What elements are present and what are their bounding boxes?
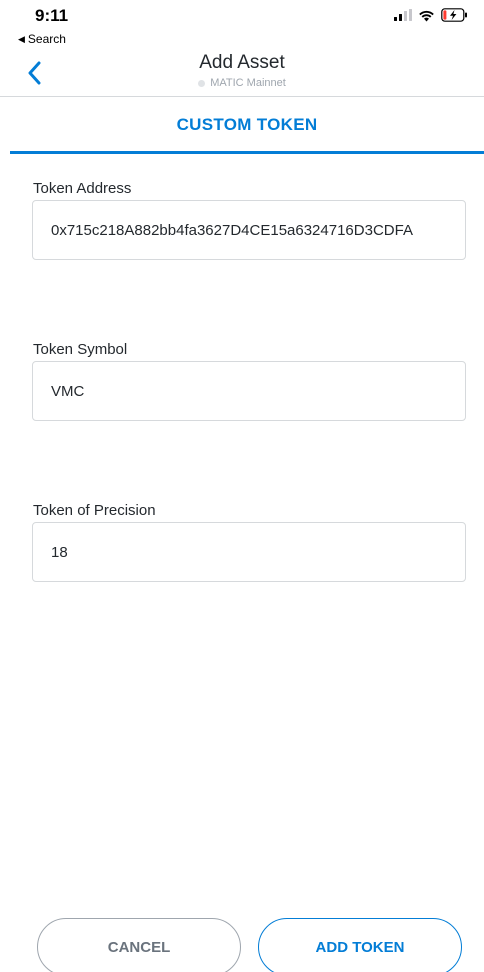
tab-custom-token[interactable]: CUSTOM TOKEN bbox=[10, 98, 484, 154]
token-symbol-input[interactable] bbox=[32, 361, 466, 421]
token-address-label: Token Address bbox=[33, 180, 132, 197]
status-time: 9:11 bbox=[35, 6, 69, 25]
add-token-button[interactable]: ADD TOKEN bbox=[258, 918, 462, 972]
token-symbol-label: Token Symbol bbox=[33, 341, 128, 358]
nav-bar: Add Asset MATIC Mainnet bbox=[0, 48, 484, 97]
token-precision-label: Token of Precision bbox=[33, 502, 156, 519]
status-bar: 9:11 ◀ Search bbox=[0, 0, 484, 48]
status-back-to-app[interactable]: ◀ Search bbox=[18, 32, 66, 46]
signal-icon bbox=[394, 9, 412, 21]
status-back-label: Search bbox=[27, 32, 66, 46]
token-precision-input[interactable] bbox=[32, 522, 466, 582]
token-address-input[interactable] bbox=[32, 200, 466, 260]
tab-bar: CUSTOM TOKEN bbox=[0, 98, 484, 154]
network-dot-icon bbox=[198, 79, 206, 87]
back-triangle-icon: ◀ bbox=[18, 33, 25, 44]
network-name: MATIC Mainnet bbox=[210, 77, 286, 89]
battery-charging-icon bbox=[441, 8, 467, 22]
status-icons bbox=[394, 8, 468, 22]
page-title: Add Asset bbox=[199, 52, 285, 73]
cancel-button[interactable]: CANCEL bbox=[37, 918, 241, 972]
wifi-icon bbox=[419, 10, 434, 21]
network-indicator[interactable]: MATIC Mainnet bbox=[0, 77, 484, 89]
